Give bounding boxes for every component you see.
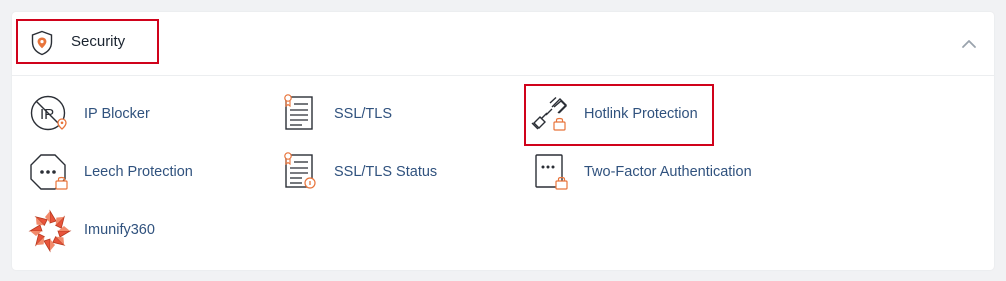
- imunify360-item[interactable]: Imunify360: [28, 209, 228, 253]
- two-factor-authentication-label: Two-Factor Authentication: [584, 164, 752, 180]
- hotlink-protection-item[interactable]: Hotlink Protection: [528, 93, 718, 137]
- ssl-tls-status-label: SSL/TLS Status: [334, 164, 438, 180]
- ssl-tls-item[interactable]: SSL/TLS: [278, 93, 478, 137]
- two-factor-authentication-item[interactable]: Two-Factor Authentication: [528, 151, 788, 195]
- section-title-label: Security: [71, 33, 126, 50]
- broken-link-icon: [528, 93, 574, 137]
- leech-protection-item[interactable]: Leech Protection: [28, 151, 228, 195]
- hotlink-protection-label: Hotlink Protection: [584, 106, 698, 122]
- ssl-tls-status-item[interactable]: SSL/TLS Status: [278, 151, 478, 195]
- certificate-icon: [278, 93, 324, 137]
- shield-icon: [30, 30, 54, 56]
- leech-protection-label: Leech Protection: [84, 164, 193, 180]
- imunify360-logo-icon: [28, 209, 74, 253]
- chevron-up-icon[interactable]: [960, 37, 978, 51]
- ssl-tls-label: SSL/TLS: [334, 106, 393, 122]
- panel-header[interactable]: Security: [12, 12, 994, 76]
- two-factor-icon: [528, 151, 574, 195]
- svg-text:IP: IP: [40, 106, 54, 123]
- section-title[interactable]: Security: [16, 19, 159, 64]
- ip-blocker-item[interactable]: IP IP Blocker: [28, 93, 228, 137]
- certificate-status-icon: [278, 151, 324, 195]
- ip-blocker-label: IP Blocker: [84, 106, 150, 122]
- security-panel: Security IP IP Blocker SSL/TLS Hotlink P…: [12, 12, 994, 270]
- leech-protection-icon: [28, 151, 74, 195]
- imunify360-label: Imunify360: [84, 222, 155, 238]
- ip-blocker-icon: IP: [28, 93, 74, 137]
